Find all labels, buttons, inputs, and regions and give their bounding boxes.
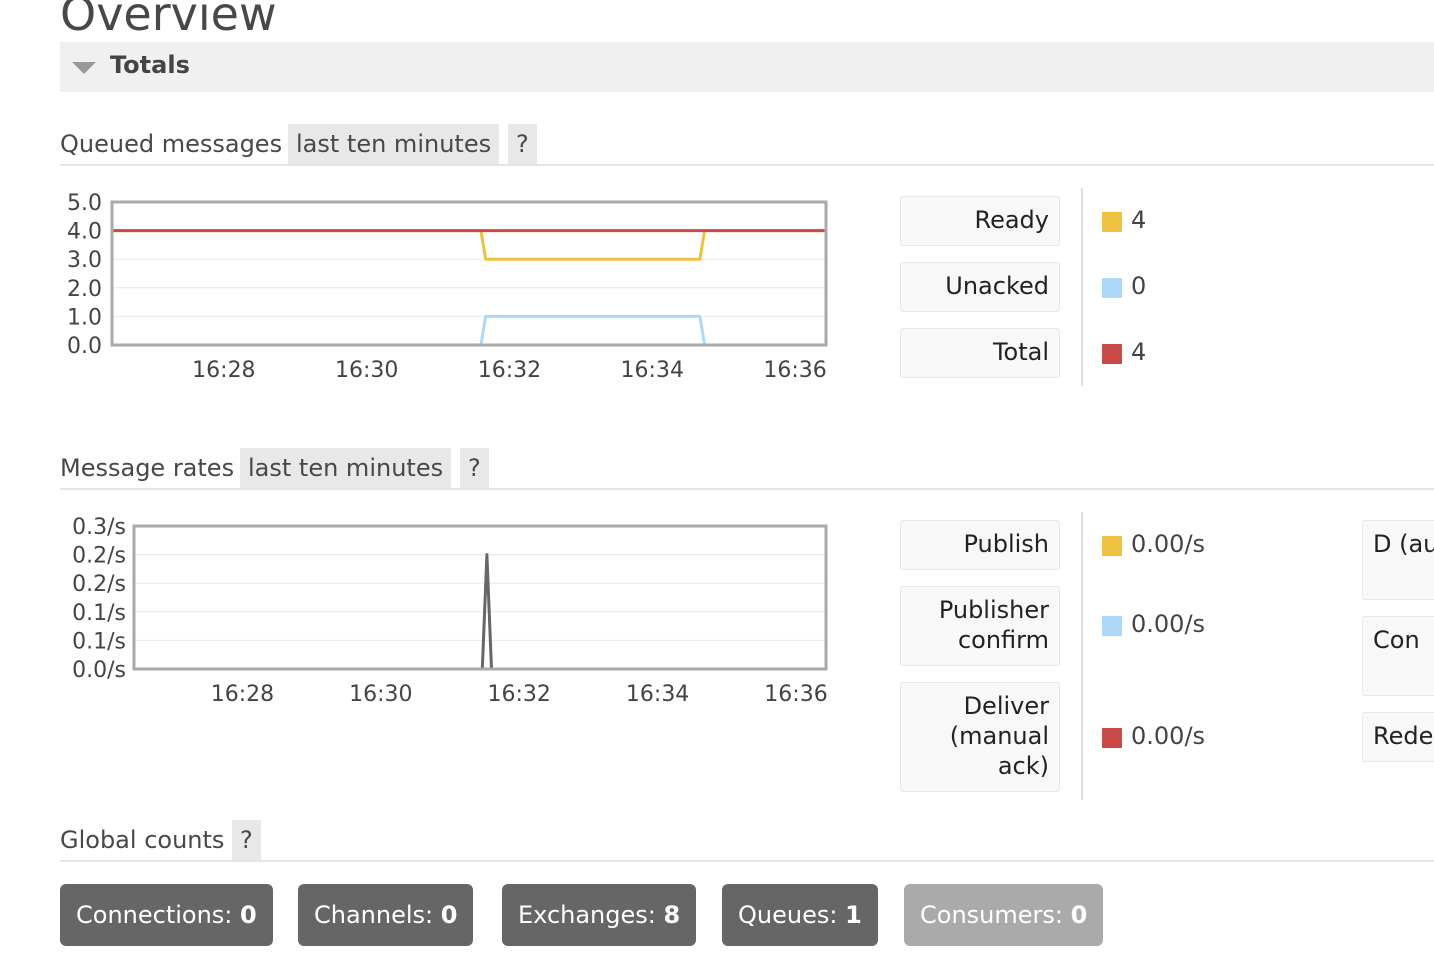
legend-publisher-confirm: Publisher confirm xyxy=(900,586,1060,666)
legend-deliver-auto-ack-partial: D (aut xyxy=(1362,520,1434,600)
queued-range-selector[interactable]: last ten minutes xyxy=(288,124,500,164)
message-rates-header: Message rates last ten minutes ? xyxy=(60,448,1434,490)
exchanges-count: 8 xyxy=(663,901,681,929)
queued-messages-header: Queued messages last ten minutes ? xyxy=(60,124,1434,166)
global-counts-title: Global counts xyxy=(60,826,225,854)
y-tick-label: 5.0 xyxy=(67,191,102,216)
legend-ready: Ready xyxy=(900,196,1060,246)
legend-deliver-manual-ack: Deliver (manual ack) xyxy=(900,682,1060,792)
y-tick-label: 0.3/s xyxy=(72,515,126,540)
queues-label: Queues: xyxy=(738,901,838,929)
legend-consumer-ack-partial: Con xyxy=(1362,616,1434,696)
legend-total: Total xyxy=(900,328,1060,378)
x-tick-label: 16:28 xyxy=(192,358,255,383)
total-swatch xyxy=(1102,344,1122,364)
x-tick-label: 16:36 xyxy=(764,682,827,707)
unacked-value: 0 xyxy=(1131,272,1147,300)
rates-legend-divider xyxy=(1081,512,1083,800)
totals-label: Totals xyxy=(110,51,190,79)
exchanges-badge[interactable]: Exchanges: 8 xyxy=(502,884,697,946)
y-tick-label: 1.0 xyxy=(67,305,102,330)
exchanges-label: Exchanges: xyxy=(518,901,656,929)
page-title: Overview xyxy=(60,0,277,41)
ready-swatch xyxy=(1102,212,1122,232)
consumers-count: 0 xyxy=(1070,901,1088,929)
y-tick-label: 0.0/s xyxy=(72,658,126,683)
queued-messages-title: Queued messages xyxy=(60,130,283,158)
consumers-badge[interactable]: Consumers: 0 xyxy=(904,884,1104,946)
x-tick-label: 16:30 xyxy=(349,682,412,707)
unacked-swatch xyxy=(1102,278,1122,298)
y-tick-label: 0.1/s xyxy=(72,629,126,654)
y-tick-label: 3.0 xyxy=(67,248,102,273)
queues-count: 1 xyxy=(845,901,862,929)
channels-count: 0 xyxy=(440,901,458,929)
x-tick-label: 16:32 xyxy=(478,358,541,383)
legend-redelivered-partial: Rede xyxy=(1362,712,1434,762)
y-tick-label: 0.2/s xyxy=(72,572,126,597)
queued-messages-chart: 0.0 1.0 2.0 3.0 4.0 5.0 16:28 16:30 16:32 16:34 16… xyxy=(67,191,828,383)
y-tick-label: 0.2/s xyxy=(72,544,126,569)
y-tick-label: 4.0 xyxy=(67,220,102,245)
x-tick-label: 16:34 xyxy=(626,682,689,707)
publish-value: 0.00/s xyxy=(1131,530,1206,558)
global-help-button[interactable]: ? xyxy=(232,820,261,860)
series-line-ready xyxy=(112,229,826,261)
deliver-swatch xyxy=(1102,728,1122,748)
totals-section-toggle[interactable]: Totals xyxy=(60,42,1434,92)
connections-badge[interactable]: Connections: 0 xyxy=(60,884,273,946)
plot-frame xyxy=(132,524,828,671)
channels-badge[interactable]: Channels: 0 xyxy=(298,884,474,946)
legend-unacked: Unacked xyxy=(900,262,1060,312)
deliver-value: 0.00/s xyxy=(1131,722,1206,750)
legend-publish: Publish xyxy=(900,520,1060,570)
connections-count: 0 xyxy=(240,901,257,929)
message-rates-chart: 0.0/s 0.1/s 0.1/s 0.2/s 0.2/s 0.3/s 16:28 16:30… xyxy=(72,515,828,707)
ready-value: 4 xyxy=(1131,206,1147,234)
series-line-unacked xyxy=(112,314,826,347)
plot-frame xyxy=(110,200,828,347)
y-tick-label: 2.0 xyxy=(67,277,102,302)
rates-help-button[interactable]: ? xyxy=(460,448,489,488)
x-tick-label: 16:30 xyxy=(335,358,398,383)
x-tick-label: 16:28 xyxy=(211,682,274,707)
x-tick-label: 16:36 xyxy=(763,358,826,383)
x-tick-label: 16:32 xyxy=(488,682,551,707)
consumers-label: Consumers: xyxy=(920,901,1063,929)
publisher-confirm-value: 0.00/s xyxy=(1131,610,1206,638)
publisher-confirm-swatch xyxy=(1102,616,1122,636)
triangle-down-icon xyxy=(72,62,96,74)
x-tick-label: 16:34 xyxy=(621,358,684,383)
message-rates-title: Message rates xyxy=(60,454,235,482)
total-value: 4 xyxy=(1131,338,1147,366)
y-tick-label: 0.1/s xyxy=(72,601,126,626)
y-tick-label: 0.0 xyxy=(67,334,102,359)
channels-label: Channels: xyxy=(314,901,434,929)
global-counts-header: Global counts ? xyxy=(60,820,1434,862)
queues-badge[interactable]: Queues: 1 xyxy=(722,884,878,946)
rates-range-selector[interactable]: last ten minutes xyxy=(240,448,452,488)
publish-swatch xyxy=(1102,536,1122,556)
legend-divider xyxy=(1081,188,1083,386)
queued-help-button[interactable]: ? xyxy=(508,124,537,164)
connections-label: Connections: xyxy=(76,901,233,929)
